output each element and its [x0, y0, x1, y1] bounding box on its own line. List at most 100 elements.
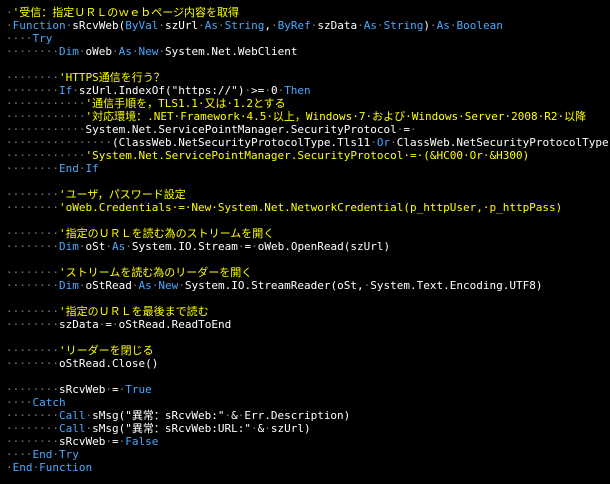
code-keyword: If — [85, 162, 99, 175]
code-keyword: As — [111, 240, 126, 253]
code-text: oWeb.OpenRead(szUrl) — [257, 240, 391, 253]
code-keyword: ByRef — [277, 19, 311, 32]
code-keyword: Or — [376, 136, 391, 149]
whitespace-marker: · — [105, 383, 112, 396]
code-text: System.IO.Stream — [131, 240, 238, 253]
whitespace-marker: · — [72, 84, 79, 97]
code-comment: '指定のＵＲＬを読む為のストリームを開く — [58, 227, 275, 240]
code-keyword: Try — [59, 448, 79, 461]
code-comment: 'リーダーを閉じる — [58, 344, 154, 357]
code-text: szUrl) — [270, 422, 311, 435]
whitespace-marker: · — [6, 19, 13, 32]
code-line: ·'受信：指定ＵＲＬのｗｅｂページ内容を取得 — [6, 6, 610, 19]
whitespace-marker: · — [105, 240, 112, 253]
code-line: ············'対応環境：.NET·Framework·4.5·以上，… — [6, 110, 610, 123]
code-line: ········oStRead.Close() — [6, 357, 610, 370]
code-text: szUrl.IndexOf( — [78, 84, 172, 97]
whitespace-marker: ········ — [6, 45, 59, 58]
code-line: ········szData·=·oStRead.ReadToEnd — [6, 318, 610, 331]
code-keyword: Function — [39, 461, 93, 474]
code-editor[interactable]: ·'受信：指定ＵＲＬのｗｅｂページ内容を取得 ·Function·sRcvWeb(… — [0, 0, 610, 484]
code-keyword: Dim — [58, 45, 79, 58]
code-keyword: ByVal — [125, 19, 159, 32]
code-line: ········Dim·oStRead·As·New·System.IO.Str… — [6, 279, 610, 292]
code-text: sRcvWeb — [58, 435, 106, 448]
code-comment: 'oWeb.Credentials·=·New·System.Net.Netwo… — [58, 201, 563, 214]
whitespace-marker: ············ — [6, 149, 86, 162]
code-line: ·End·Function — [6, 461, 610, 474]
code-comment: '対応環境：.NET·Framework·4.5·以上，Windows·7·およ… — [85, 110, 587, 123]
whitespace-marker: ········ — [6, 71, 59, 84]
code-text: szData — [58, 318, 99, 331]
code-string: "異常：sRcvWeb:URL:" — [125, 422, 251, 435]
code-line: ········'oWeb.Credentials·=·New·System.N… — [6, 201, 610, 214]
code-keyword: If — [58, 84, 73, 97]
code-text: sRcvWeb( — [72, 19, 126, 32]
code-keyword: Function — [12, 19, 66, 32]
code-comment: '指定のＵＲＬを最後まで読む — [58, 305, 209, 318]
whitespace-marker: ········ — [6, 279, 59, 292]
whitespace-marker: ········ — [6, 318, 59, 331]
code-text: szData — [317, 19, 358, 32]
whitespace-marker: ········ — [6, 227, 59, 240]
whitespace-marker: · — [270, 19, 278, 32]
code-line: ············System.Net.ServicePointManag… — [6, 123, 610, 136]
whitespace-marker: · — [410, 123, 417, 136]
code-keyword: Then — [284, 84, 311, 97]
whitespace-marker: · — [250, 422, 258, 435]
code-line: ········'ストリームを読む為のリーダーを開く — [6, 266, 610, 279]
code-line: ············'通信手順を，TLS1.1·又は·1.2とする — [6, 97, 610, 110]
whitespace-marker: ········ — [6, 162, 59, 175]
code-keyword: Boolean — [456, 19, 503, 32]
code-text: ClassWeb.NetSecurityProtocolType.Tls12) — [396, 136, 610, 149]
code-text: System.IO.StreamReader(oSt, — [184, 279, 364, 292]
whitespace-marker: · — [264, 84, 271, 97]
code-text: sRcvWeb — [58, 383, 106, 396]
code-line: ····Catch — [6, 396, 610, 409]
whitespace-marker: · — [264, 422, 271, 435]
code-keyword: True — [125, 383, 152, 396]
code-keyword: String — [383, 19, 424, 32]
code-line: ········sRcvWeb·=·False — [6, 435, 610, 448]
whitespace-marker: · — [111, 318, 119, 331]
code-line: ············'System.Net.ServicePointMana… — [6, 149, 610, 162]
whitespace-marker: · — [125, 240, 132, 253]
code-line: ········'HTTPS通信を行う？ — [6, 71, 610, 84]
code-line: ········Call·sMsg("異常：sRcvWeb:"·&·Err.De… — [6, 409, 610, 422]
code-text: & — [231, 409, 238, 422]
code-line: ····End·Try — [6, 448, 610, 461]
whitespace-marker: · — [158, 19, 165, 32]
code-comment: '受信：指定ＵＲＬのｗｅｂページ内容を取得 — [12, 6, 240, 19]
whitespace-marker: ········ — [6, 357, 59, 370]
code-keyword: Try — [32, 32, 53, 45]
code-keyword: End — [58, 162, 79, 175]
code-text: = — [111, 435, 119, 448]
whitespace-marker: ········ — [6, 383, 59, 396]
whitespace-marker: ········ — [6, 240, 59, 253]
code-text: Err.Description) — [244, 409, 351, 422]
code-keyword: As — [204, 19, 218, 32]
code-keyword: Call — [58, 422, 86, 435]
code-line: ········If·szUrl.IndexOf("https://")·>=·… — [6, 84, 610, 97]
code-text: >= — [251, 84, 265, 97]
code-text: szUrl — [164, 19, 199, 32]
whitespace-marker: ············ — [6, 110, 86, 123]
whitespace-marker: · — [429, 19, 437, 32]
whitespace-marker: ···· — [6, 448, 33, 461]
whitespace-marker: · — [105, 435, 112, 448]
whitespace-marker: · — [217, 19, 225, 32]
whitespace-marker: · — [6, 6, 13, 19]
whitespace-marker: · — [198, 19, 205, 32]
whitespace-marker: ········ — [6, 422, 59, 435]
code-comment: 'ストリームを読む為のリーダーを開く — [58, 266, 253, 279]
code-keyword: Dim — [58, 279, 79, 292]
code-lines: ·'受信：指定ＵＲＬのｗｅｂページ内容を取得 ·Function·sRcvWeb(… — [6, 6, 610, 474]
whitespace-marker: · — [6, 461, 13, 474]
whitespace-marker: ········ — [6, 84, 59, 97]
